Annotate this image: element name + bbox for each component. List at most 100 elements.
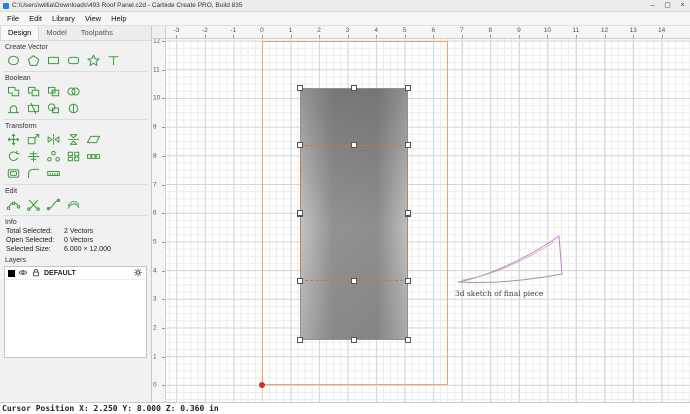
- offset-tool-button[interactable]: [3, 165, 23, 181]
- info-label: Total Selected:: [6, 228, 64, 235]
- edit-nodes-tool-button[interactable]: [3, 196, 23, 212]
- ruler-top-label: 7: [460, 27, 464, 34]
- info-section: Total Selected:2 VectorsOpen Selected:0 …: [0, 227, 151, 254]
- skew-tool-button[interactable]: [83, 131, 103, 147]
- intersect-tool-button[interactable]: [43, 83, 63, 99]
- ruler-top-label: 8: [489, 27, 493, 34]
- subtract-tool-button[interactable]: [23, 83, 43, 99]
- trim-vectors-tool-button[interactable]: [23, 196, 43, 212]
- window-controls: –▢×: [645, 0, 690, 11]
- selection-handle[interactable]: [405, 210, 411, 216]
- offset-icon: [6, 167, 21, 180]
- fillet-tool-button[interactable]: [23, 165, 43, 181]
- selection-handle[interactable]: [297, 337, 303, 343]
- circular-array-tool-button[interactable]: [43, 148, 63, 164]
- menu-help[interactable]: Help: [106, 14, 131, 23]
- create-vector-section: [0, 52, 151, 68]
- exclude-tool-button[interactable]: [63, 83, 83, 99]
- tab-design[interactable]: Design: [0, 26, 39, 40]
- exclude-icon: [66, 85, 81, 98]
- info-label: Selected Size:: [6, 246, 64, 253]
- boolean-section: [0, 83, 151, 116]
- layer-name: DEFAULT: [44, 270, 130, 277]
- scale-tool-button[interactable]: [23, 131, 43, 147]
- flip-vertical-tool-button[interactable]: [63, 131, 83, 147]
- edit-section: [0, 196, 151, 212]
- union-icon: [6, 85, 21, 98]
- ruler-top-label: -2: [202, 27, 208, 34]
- ruler-left-label: 12: [153, 39, 160, 45]
- layers-panel: DEFAULT: [4, 266, 147, 358]
- selection-handle[interactable]: [351, 142, 357, 148]
- ruler-tick: [405, 35, 406, 38]
- tab-model[interactable]: Model: [39, 26, 73, 40]
- selection-handle[interactable]: [297, 278, 303, 284]
- sketch-curve: [455, 230, 573, 288]
- union-tool-button[interactable]: [3, 83, 23, 99]
- sketch-caption: 3d sketch of final piece: [455, 289, 573, 298]
- join-vectors-icon: [46, 198, 61, 211]
- align-icon: [26, 150, 41, 163]
- ruler-left-label: 7: [153, 181, 157, 188]
- text-tool-button[interactable]: [103, 52, 123, 68]
- linear-array-tool-button[interactable]: [83, 148, 103, 164]
- scale-icon: [26, 133, 41, 146]
- text-icon: [106, 54, 121, 67]
- section-title-edit: Edit: [5, 188, 146, 195]
- ruler-tick: [262, 35, 263, 38]
- menu-library[interactable]: Library: [47, 14, 80, 23]
- maximize-button[interactable]: ▢: [660, 0, 675, 11]
- circle-tool-button[interactable]: [3, 52, 23, 68]
- ruler-top-label: -3: [173, 27, 179, 34]
- rounded-rectangle-tool-button[interactable]: [63, 52, 83, 68]
- selection-handle[interactable]: [351, 85, 357, 91]
- selection-handle[interactable]: [405, 278, 411, 284]
- rotate-tool-button[interactable]: [3, 148, 23, 164]
- selection-handle[interactable]: [405, 337, 411, 343]
- menu-file[interactable]: File: [2, 14, 24, 23]
- polygon-tool-button[interactable]: [23, 52, 43, 68]
- divide-tool-button[interactable]: [63, 100, 83, 116]
- selection-handle[interactable]: [351, 337, 357, 343]
- rectangle-tool-button[interactable]: [43, 52, 63, 68]
- status-bar: Cursor Position X: 2.250 Y: 8.000 Z: 0.3…: [0, 402, 690, 414]
- layer-row[interactable]: DEFAULT: [5, 267, 146, 280]
- tab-toolpaths[interactable]: Toolpaths: [74, 26, 120, 40]
- layer-color-swatch[interactable]: [8, 270, 15, 277]
- ruler-top-label: 5: [403, 27, 407, 34]
- ruler-top-label: 11: [573, 27, 580, 34]
- divide-icon: [66, 102, 81, 115]
- selection-handle[interactable]: [297, 142, 303, 148]
- weld-tool-button[interactable]: [3, 100, 23, 116]
- menu-view[interactable]: View: [80, 14, 106, 23]
- ruler-tick: [547, 35, 548, 38]
- cut-shapes-tool-button[interactable]: [23, 100, 43, 116]
- measure-tool-button[interactable]: [43, 165, 63, 181]
- layer-visibility-toggle[interactable]: [18, 268, 28, 279]
- selection-handle[interactable]: [297, 85, 303, 91]
- move-tool-button[interactable]: [3, 131, 23, 147]
- star-tool-button[interactable]: [83, 52, 103, 68]
- origin-marker: [259, 382, 265, 388]
- eye-icon: [18, 268, 28, 277]
- design-canvas[interactable]: 3d sketch of final piece: [166, 39, 690, 402]
- selection-handle[interactable]: [351, 278, 357, 284]
- grid-array-tool-button[interactable]: [63, 148, 83, 164]
- ruler-top-label: 13: [629, 27, 636, 34]
- flip-horizontal-tool-button[interactable]: [43, 131, 63, 147]
- offset-vectors-tool-button[interactable]: [63, 196, 83, 212]
- selection-handle[interactable]: [297, 210, 303, 216]
- selection-handle[interactable]: [405, 142, 411, 148]
- align-tool-button[interactable]: [23, 148, 43, 164]
- layer-settings-button[interactable]: [133, 268, 143, 279]
- close-button[interactable]: ×: [675, 0, 690, 11]
- selected-rectangle[interactable]: [300, 145, 408, 281]
- section-divider: [4, 71, 147, 72]
- ruler-top-label: 10: [544, 27, 551, 34]
- menu-edit[interactable]: Edit: [24, 14, 47, 23]
- layer-lock-toggle[interactable]: [31, 268, 41, 279]
- merge-tool-button[interactable]: [43, 100, 63, 116]
- minimize-button[interactable]: –: [645, 0, 660, 11]
- selection-handle[interactable]: [405, 85, 411, 91]
- join-vectors-tool-button[interactable]: [43, 196, 63, 212]
